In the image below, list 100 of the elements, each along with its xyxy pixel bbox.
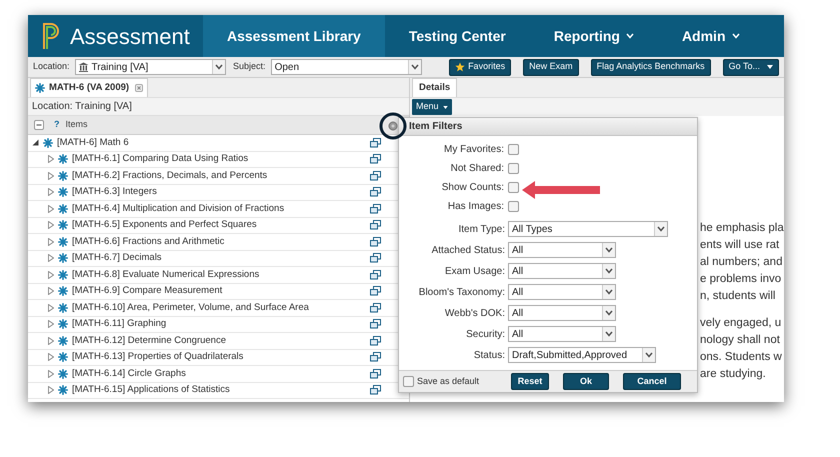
- menu-button[interactable]: Go To...: [722, 58, 779, 76]
- caret-icon: [605, 331, 613, 337]
- toolbar-button[interactable]: Favorites: [449, 58, 512, 76]
- tree-item-label[interactable]: [MATH-6.12] Determine Congruence: [72, 334, 226, 348]
- windows-icon[interactable]: [370, 368, 381, 379]
- menu-button[interactable]: Menu: [412, 99, 452, 115]
- filter-label: Exam Usage:: [444, 264, 505, 278]
- tree-item-label[interactable]: [MATH-6.7] Decimals: [72, 251, 162, 266]
- starburst-icon: [58, 286, 68, 296]
- description-text-fragment: e problems invo: [700, 272, 782, 287]
- expand-triangle-icon[interactable]: [48, 270, 54, 279]
- windows-icon[interactable]: [370, 220, 381, 230]
- tree-item-label[interactable]: [MATH-6.5] Exponents and Perfect Squares: [72, 218, 257, 232]
- filter-select[interactable]: All: [508, 305, 616, 321]
- windows-icon[interactable]: [370, 286, 381, 296]
- description-text-fragment: n, students will: [700, 289, 776, 304]
- windows-icon[interactable]: [370, 236, 381, 247]
- expand-triangle-icon[interactable]: [48, 188, 54, 196]
- expand-triangle-icon[interactable]: [48, 254, 54, 262]
- windows-icon[interactable]: [370, 170, 381, 181]
- popup-button[interactable]: Reset: [511, 373, 549, 390]
- filter-select[interactable]: Draft,Submitted,Approved: [508, 347, 656, 363]
- toolbar-button[interactable]: Flag Analytics Benchmarks: [590, 58, 711, 76]
- tree-item-label[interactable]: [MATH-6.15] Applications of Statistics: [72, 383, 230, 398]
- checkbox[interactable]: [508, 201, 519, 212]
- description-text-fragment: he emphasis pla: [700, 221, 784, 236]
- popup-button[interactable]: Cancel: [623, 373, 681, 390]
- windows-icon[interactable]: [370, 253, 381, 264]
- expand-triangle-icon[interactable]: [48, 370, 54, 378]
- tree-item-label[interactable]: [MATH-6] Math 6: [57, 136, 129, 150]
- location-label: Location:: [33, 60, 70, 74]
- windows-icon[interactable]: [370, 270, 381, 280]
- expand-triangle-icon[interactable]: [48, 172, 54, 180]
- windows-icon[interactable]: [370, 138, 381, 148]
- filter-select[interactable]: All: [508, 242, 616, 258]
- tree-item-label[interactable]: [MATH-6.10] Area, Perimeter, Volume, and Surface Area: [72, 300, 309, 315]
- filter-label: Attached Status:: [430, 244, 505, 258]
- checkbox[interactable]: [508, 144, 519, 155]
- windows-icon[interactable]: [370, 154, 381, 164]
- nav-tab[interactable]: Testing Center: [384, 15, 530, 57]
- expand-triangle-icon[interactable]: [48, 221, 54, 230]
- subject-select[interactable]: Open: [270, 59, 422, 75]
- caret-icon: [605, 247, 613, 253]
- tree-item-label[interactable]: [MATH-6.11] Graphing: [72, 317, 166, 332]
- filter-label: Not Shared:: [450, 162, 504, 176]
- filter-select[interactable]: All: [508, 263, 616, 279]
- expand-triangle-icon[interactable]: [48, 238, 54, 246]
- windows-icon[interactable]: [370, 302, 381, 313]
- expand-triangle-icon[interactable]: [48, 320, 54, 328]
- details-tab[interactable]: Details: [412, 78, 458, 97]
- windows-icon[interactable]: [370, 319, 381, 330]
- star-icon: [455, 62, 466, 72]
- popup-button[interactable]: Ok: [563, 373, 609, 390]
- tree-item-label[interactable]: [MATH-6.3] Integers: [72, 185, 157, 200]
- expand-triangle-icon[interactable]: [48, 386, 54, 394]
- tree-item-label[interactable]: [MATH-6.2] Fractions, Decimals, and Percents: [72, 168, 268, 183]
- filter-select[interactable]: All: [508, 326, 616, 342]
- windows-icon[interactable]: [370, 204, 381, 214]
- location-select[interactable]: Training [VA]: [74, 59, 226, 75]
- help-mark[interactable]: ?: [54, 118, 60, 132]
- filter-label: Webb's DOK:: [444, 306, 505, 320]
- collapse-triangle-icon[interactable]: [32, 139, 39, 146]
- nav-tab[interactable]: Assessment Library: [203, 15, 385, 57]
- expand-triangle-icon[interactable]: [48, 336, 54, 345]
- expand-triangle-icon[interactable]: [48, 353, 54, 362]
- filter-label: Bloom's Taxonomy:: [418, 286, 505, 300]
- windows-icon[interactable]: [370, 352, 381, 362]
- windows-icon[interactable]: [370, 187, 381, 198]
- tree-item-label[interactable]: [MATH-6.9] Compare Measurement: [72, 284, 222, 298]
- checkbox[interactable]: [403, 376, 414, 387]
- checkbox[interactable]: [508, 182, 519, 193]
- tree-item-label[interactable]: [MATH-6.14] Circle Graphs: [72, 366, 186, 381]
- save-default-label[interactable]: Save as default: [417, 374, 480, 388]
- nav-tab[interactable]: Admin: [658, 15, 764, 57]
- document-tab[interactable]: MATH-6 (VA 2009): [30, 78, 148, 97]
- tree-item-label[interactable]: [MATH-6.6] Fractions and Arithmetic: [72, 234, 224, 249]
- popup-title: Item Filters: [409, 120, 462, 134]
- expand-triangle-icon[interactable]: [48, 204, 54, 213]
- checkbox[interactable]: [508, 163, 519, 174]
- nav-tab[interactable]: Reporting: [530, 15, 658, 57]
- expand-triangle-icon[interactable]: [48, 155, 54, 164]
- windows-icon[interactable]: [370, 336, 381, 346]
- expand-triangle-icon[interactable]: [48, 287, 54, 296]
- items-title: Items: [66, 118, 88, 132]
- filter-label: Security:: [465, 328, 505, 342]
- expand-triangle-icon[interactable]: [48, 304, 54, 312]
- description-text-fragment: are studying.: [700, 367, 767, 382]
- tree-item-label[interactable]: [MATH-6.1] Comparing Data Using Ratios: [72, 152, 248, 166]
- filter-select[interactable]: All Types: [508, 221, 668, 237]
- tree-item-label[interactable]: [MATH-6.4] Multiplication and Division of Fractions: [72, 202, 284, 216]
- location-text: Location: Training [VA]: [32, 100, 132, 114]
- tree-item-label[interactable]: [MATH-6.8] Evaluate Numerical Expressions: [72, 268, 260, 282]
- toolbar-button[interactable]: New Exam: [523, 58, 579, 76]
- starburst-icon: [58, 170, 68, 181]
- collapse-icon[interactable]: [34, 120, 44, 130]
- filter-select[interactable]: All: [508, 284, 616, 300]
- starburst-icon: [58, 368, 68, 379]
- close-icon[interactable]: [135, 84, 144, 92]
- windows-icon[interactable]: [370, 385, 381, 396]
- tree-item-label[interactable]: [MATH-6.13] Properties of Quadrilaterals: [72, 350, 244, 364]
